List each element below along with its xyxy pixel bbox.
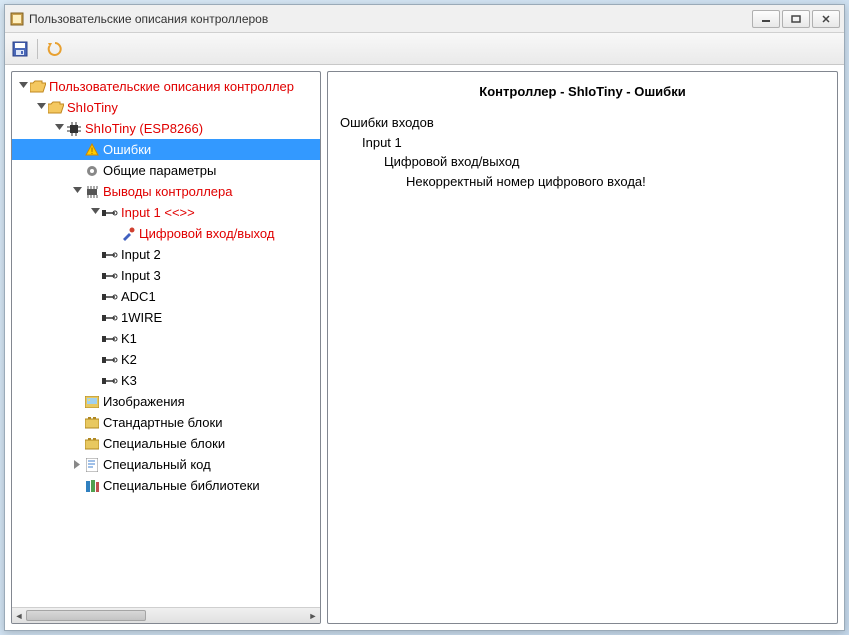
maximize-button[interactable] [782, 10, 810, 28]
pin-icon [102, 331, 118, 347]
tree-label: Специальные блоки [103, 436, 231, 451]
tree-label: Специальный код [103, 457, 217, 472]
tree-node-errors[interactable]: ! Ошибки [12, 139, 320, 160]
tree-label: Специальные библиотеки [103, 478, 266, 493]
scroll-right-arrow[interactable]: ► [306, 608, 320, 623]
tree-label: ShIoTiny (ESP8266) [85, 121, 209, 136]
tree-label: Пользовательские описания контроллер [49, 79, 300, 94]
pin-icon [102, 205, 118, 221]
warning-icon: ! [84, 142, 100, 158]
tree-label: Стандартные блоки [103, 415, 228, 430]
window-controls [752, 10, 840, 28]
image-icon [84, 394, 100, 410]
tree-node-k2[interactable]: K2 [12, 349, 320, 370]
tree-node-input1[interactable]: Input 1 <<>> [12, 202, 320, 223]
chevron-down-icon[interactable] [16, 80, 30, 94]
blocks-icon [84, 436, 100, 452]
gear-icon [84, 163, 100, 179]
pin-icon [102, 289, 118, 305]
tree-node-spec-code[interactable]: Специальный код [12, 454, 320, 475]
chip-icon [66, 121, 82, 137]
app-icon [9, 11, 25, 27]
tree-node-input2[interactable]: Input 2 [12, 244, 320, 265]
tree-node-k3[interactable]: K3 [12, 370, 320, 391]
chevron-down-icon[interactable] [34, 101, 48, 115]
tree-node-root[interactable]: Пользовательские описания контроллер [12, 76, 320, 97]
tree-node-controller-pins[interactable]: Выводы контроллера [12, 181, 320, 202]
tree-node-shiotiny-dev[interactable]: ShIoTiny (ESP8266) [12, 118, 320, 139]
detail-panel: Контроллер - ShIoTiny - Ошибки Ошибки вх… [327, 71, 838, 624]
tree-node-digital-io[interactable]: Цифровой вход/выход [12, 223, 320, 244]
scrollbar-thumb[interactable] [26, 610, 146, 621]
app-window: Пользовательские описания контроллеров [4, 4, 845, 631]
window-title: Пользовательские описания контроллеров [29, 12, 752, 26]
blocks-icon [84, 415, 100, 431]
tree-node-spec-libs[interactable]: Специальные библиотеки [12, 475, 320, 496]
content-body: Пользовательские описания контроллер ShI… [5, 65, 844, 630]
tree-node-spec-blocks[interactable]: Специальные блоки [12, 433, 320, 454]
tools-icon [120, 226, 136, 242]
books-icon [84, 478, 100, 494]
detail-line: Цифровой вход/выход [384, 152, 825, 172]
titlebar[interactable]: Пользовательские описания контроллеров [5, 5, 844, 33]
detail-line: Ошибки входов [340, 113, 825, 133]
chevron-down-icon[interactable] [88, 206, 102, 220]
close-button[interactable] [812, 10, 840, 28]
tree-label: 1WIRE [121, 310, 168, 325]
tree-label: Выводы контроллера [103, 184, 239, 199]
toolbar [5, 33, 844, 65]
tree-label: K1 [121, 331, 143, 346]
tree-node-k1[interactable]: K1 [12, 328, 320, 349]
chip-pins-icon [84, 184, 100, 200]
tree-node-images[interactable]: Изображения [12, 391, 320, 412]
detail-body: Ошибки входов Input 1 Цифровой вход/выхо… [328, 113, 837, 191]
tree-label: Input 1 <<>> [121, 205, 201, 220]
detail-line: Некорректный номер цифрового входа! [406, 172, 825, 192]
tree-label: K2 [121, 352, 143, 367]
tree-node-adc1[interactable]: ADC1 [12, 286, 320, 307]
tree-label: Ошибки [103, 142, 157, 157]
code-icon [84, 457, 100, 473]
tree-panel: Пользовательские описания контроллер ShI… [11, 71, 321, 624]
tree-node-1wire[interactable]: 1WIRE [12, 307, 320, 328]
svg-text:!: ! [91, 146, 94, 156]
tree-label: Общие параметры [103, 163, 222, 178]
chevron-down-icon[interactable] [52, 122, 66, 136]
pin-icon [102, 247, 118, 263]
minimize-button[interactable] [752, 10, 780, 28]
chevron-down-icon[interactable] [70, 185, 84, 199]
detail-line: Input 1 [362, 133, 825, 153]
tree-label: K3 [121, 373, 143, 388]
tree-node-std-blocks[interactable]: Стандартные блоки [12, 412, 320, 433]
scroll-left-arrow[interactable]: ◄ [12, 608, 26, 623]
toolbar-separator [37, 39, 38, 59]
tree-horizontal-scrollbar[interactable]: ◄ ► [12, 607, 320, 623]
tree-label: Изображения [103, 394, 191, 409]
detail-title: Контроллер - ShIoTiny - Ошибки [328, 84, 837, 99]
pin-icon [102, 352, 118, 368]
tree-node-input3[interactable]: Input 3 [12, 265, 320, 286]
tree-label: Цифровой вход/выход [139, 226, 280, 241]
tree-view[interactable]: Пользовательские описания контроллер ShI… [12, 72, 320, 607]
pin-icon [102, 310, 118, 326]
pin-icon [102, 268, 118, 284]
refresh-button[interactable] [46, 40, 64, 58]
folder-open-icon [30, 79, 46, 95]
tree-label: Input 2 [121, 247, 167, 262]
tree-label: ADC1 [121, 289, 162, 304]
tree-node-general-params[interactable]: Общие параметры [12, 160, 320, 181]
save-button[interactable] [11, 40, 29, 58]
chevron-right-icon[interactable] [70, 458, 84, 472]
tree-label: Input 3 [121, 268, 167, 283]
tree-label: ShIoTiny [67, 100, 124, 115]
pin-icon [102, 373, 118, 389]
tree-node-shlotiny[interactable]: ShIoTiny [12, 97, 320, 118]
folder-open-icon [48, 100, 64, 116]
